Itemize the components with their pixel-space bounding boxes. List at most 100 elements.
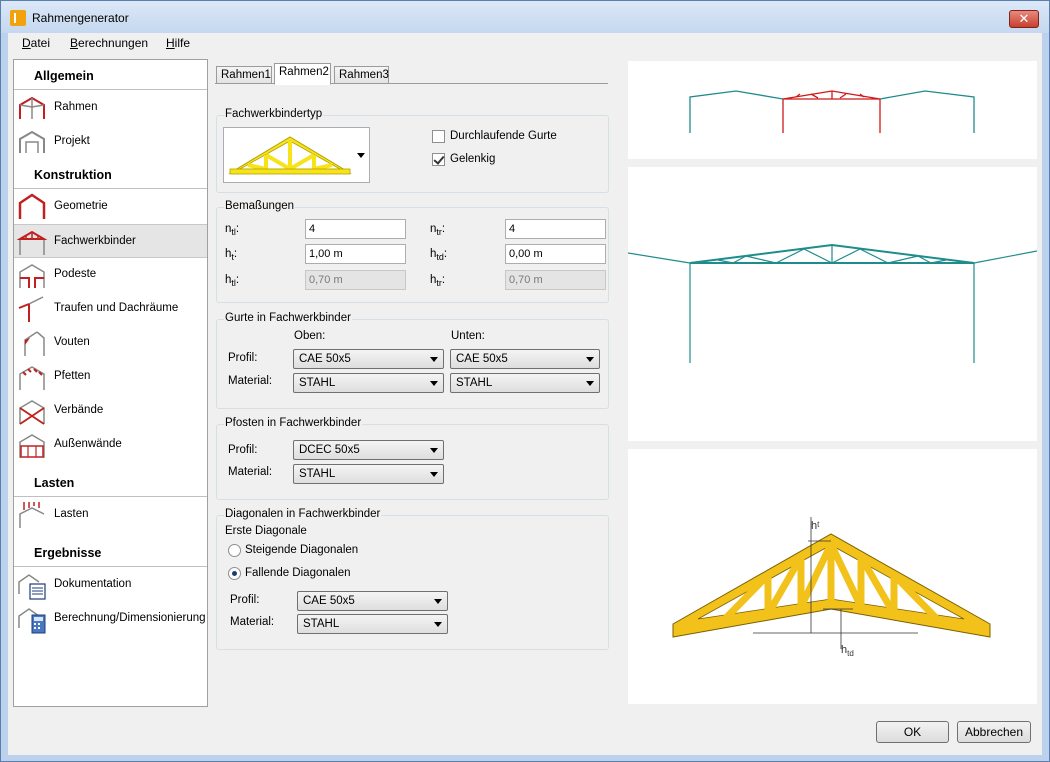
- dialog-client: Datei Berechnungen Hilfe Allgemein Rahme…: [8, 33, 1042, 755]
- truss-type-group: Fachwerkbindertyp Durchlaufende Gurte Ge…: [216, 108, 609, 193]
- posts-material-select[interactable]: STAHL: [293, 464, 444, 484]
- truss-type-dropdown[interactable]: [223, 127, 370, 183]
- section-allgemein: Allgemein: [14, 60, 207, 90]
- erste-diagonale-label: Erste Diagonale: [225, 525, 307, 537]
- steigende-diagonalen-label: Steigende Diagonalen: [245, 544, 359, 556]
- wall-icon: [19, 434, 45, 458]
- frame-drawing: [627, 243, 1038, 363]
- sidebar-item-aussenwaende[interactable]: Außenwände: [14, 428, 207, 462]
- diagonals-profil-select[interactable]: CAE 50x5: [297, 591, 448, 611]
- sidebar-item-vouten[interactable]: Vouten: [14, 326, 207, 360]
- menu-datei[interactable]: Datei: [22, 36, 50, 50]
- section-ergebnisse: Ergebnisse: [14, 537, 207, 567]
- menu-hilfe[interactable]: Hilfe: [166, 36, 190, 50]
- durchlaufende-gurte-checkbox[interactable]: [432, 130, 445, 143]
- posts-title: Pfosten in Fachwerkbinder: [224, 417, 363, 429]
- posts-material-label: Material:: [228, 466, 273, 478]
- sidebar-item-lasten[interactable]: Lasten: [14, 498, 207, 532]
- profil-unten-select[interactable]: CAE 50x5: [450, 349, 600, 369]
- sidebar-item-traufen[interactable]: Traufen und Dachräume: [14, 292, 207, 326]
- frame-tabs: Rahmen1 Rahmen2 Rahmen3: [215, 63, 608, 85]
- truss-icon: [17, 230, 47, 255]
- htd-label: htd: [841, 644, 854, 658]
- truss-body: [672, 533, 991, 638]
- geometry-icon: [18, 193, 46, 219]
- frame-preview: [627, 167, 1038, 441]
- h-tr-label: htr:: [430, 274, 446, 288]
- haunch-icon: [24, 331, 45, 356]
- material-unten-select[interactable]: STAHL: [450, 373, 600, 393]
- n-tr-label: ntr:: [430, 223, 446, 237]
- overview-preview: [628, 61, 1037, 159]
- oben-label: Oben:: [294, 330, 326, 342]
- h-tl-input: 0,70 m: [305, 270, 406, 290]
- chords-profil-label: Profil:: [228, 352, 258, 364]
- truss-type-title: Fachwerkbindertyp: [224, 108, 324, 120]
- unten-label: Unten:: [451, 330, 485, 342]
- section-konstruktion: Konstruktion: [14, 159, 207, 189]
- close-button[interactable]: ✕: [1009, 10, 1039, 28]
- sidebar-item-dokumentation[interactable]: Dokumentation: [14, 568, 207, 602]
- tab-rahmen3[interactable]: Rahmen3: [334, 66, 389, 84]
- project-icon: [19, 130, 45, 153]
- chevron-down-icon: [357, 153, 365, 158]
- calculator-icon: [18, 608, 46, 634]
- menu-berechnungen[interactable]: Berechnungen: [70, 36, 148, 50]
- fallende-diagonalen-radio[interactable]: [228, 567, 241, 580]
- gelenkig-label: Gelenkig: [450, 153, 496, 165]
- purlin-icon: [19, 366, 45, 390]
- section-lasten: Lasten: [14, 467, 207, 497]
- diagonals-material-label: Material:: [230, 616, 275, 628]
- h-tr-input: 0,70 m: [505, 270, 606, 290]
- diagonals-material-select[interactable]: STAHL: [297, 614, 448, 634]
- cancel-button[interactable]: Abbrechen: [957, 721, 1031, 743]
- bracing-icon: [19, 400, 45, 425]
- frame-icon: [19, 96, 45, 119]
- h-t-label: ht:: [225, 248, 238, 262]
- sidebar-item-fachwerkbinder[interactable]: Fachwerkbinder: [14, 224, 207, 258]
- chords-material-label: Material:: [228, 375, 273, 387]
- truss-detail-drawing: ht htd: [672, 517, 991, 658]
- app-icon: [10, 10, 26, 26]
- h-t-input[interactable]: 1,00 m: [305, 244, 406, 264]
- durchlaufende-gurte-label: Durchlaufende Gurte: [450, 130, 557, 142]
- profil-oben-select[interactable]: CAE 50x5: [293, 349, 444, 369]
- posts-group: Pfosten in Fachwerkbinder Profil: DCEC 5…: [216, 417, 609, 500]
- truss-thumbnail: [228, 136, 352, 175]
- diagonals-title: Diagonalen in Fachwerkbinder: [224, 508, 382, 520]
- navigation-sidebar: Allgemein Rahmen Projekt Konstruktion Ge…: [13, 59, 208, 707]
- window-title: Rahmengenerator: [32, 11, 129, 25]
- steigende-diagonalen-radio[interactable]: [228, 544, 241, 557]
- platform-icon: [19, 264, 45, 288]
- overview-drawing: [689, 90, 975, 133]
- sidebar-item-geometrie[interactable]: Geometrie: [14, 190, 207, 224]
- posts-profil-label: Profil:: [228, 444, 258, 456]
- diagonals-group: Diagonalen in Fachwerkbinder Erste Diago…: [216, 508, 609, 650]
- title-bar: Rahmengenerator ✕: [1, 1, 1049, 33]
- tab-rahmen2[interactable]: Rahmen2: [274, 63, 331, 85]
- n-tl-label: ntl:: [225, 223, 240, 237]
- chords-title: Gurte in Fachwerkbinder: [224, 312, 352, 324]
- ok-button[interactable]: OK: [876, 721, 949, 743]
- h-td-input[interactable]: 0,00 m: [505, 244, 606, 264]
- truss-detail-preview: ht htd: [628, 449, 1037, 704]
- n-tl-input[interactable]: 4: [305, 219, 406, 239]
- sidebar-item-berechnung[interactable]: Berechnung/Dimensionierung: [14, 602, 207, 636]
- sidebar-item-projekt[interactable]: Projekt: [14, 125, 207, 159]
- document-icon: [18, 574, 46, 600]
- sidebar-item-verbaende[interactable]: Verbände: [14, 394, 207, 428]
- posts-profil-select[interactable]: DCEC 50x5: [293, 440, 444, 460]
- gelenkig-checkbox[interactable]: [432, 153, 445, 166]
- n-tr-input[interactable]: 4: [505, 219, 606, 239]
- h-tl-label: htl:: [225, 274, 240, 288]
- tab-rahmen1[interactable]: Rahmen1: [216, 66, 272, 84]
- material-oben-select[interactable]: STAHL: [293, 373, 444, 393]
- h-td-label: htd:: [430, 248, 448, 262]
- load-icon: [19, 502, 45, 528]
- dimensions-title: Bemaßungen: [224, 200, 296, 212]
- sidebar-item-rahmen[interactable]: Rahmen: [14, 91, 207, 125]
- sidebar-item-pfetten[interactable]: Pfetten: [14, 360, 207, 394]
- app-window: Rahmengenerator ✕ Datei Berechnungen Hil…: [0, 0, 1050, 762]
- sidebar-item-podeste[interactable]: Podeste: [14, 258, 207, 292]
- ht-label: ht: [811, 520, 820, 532]
